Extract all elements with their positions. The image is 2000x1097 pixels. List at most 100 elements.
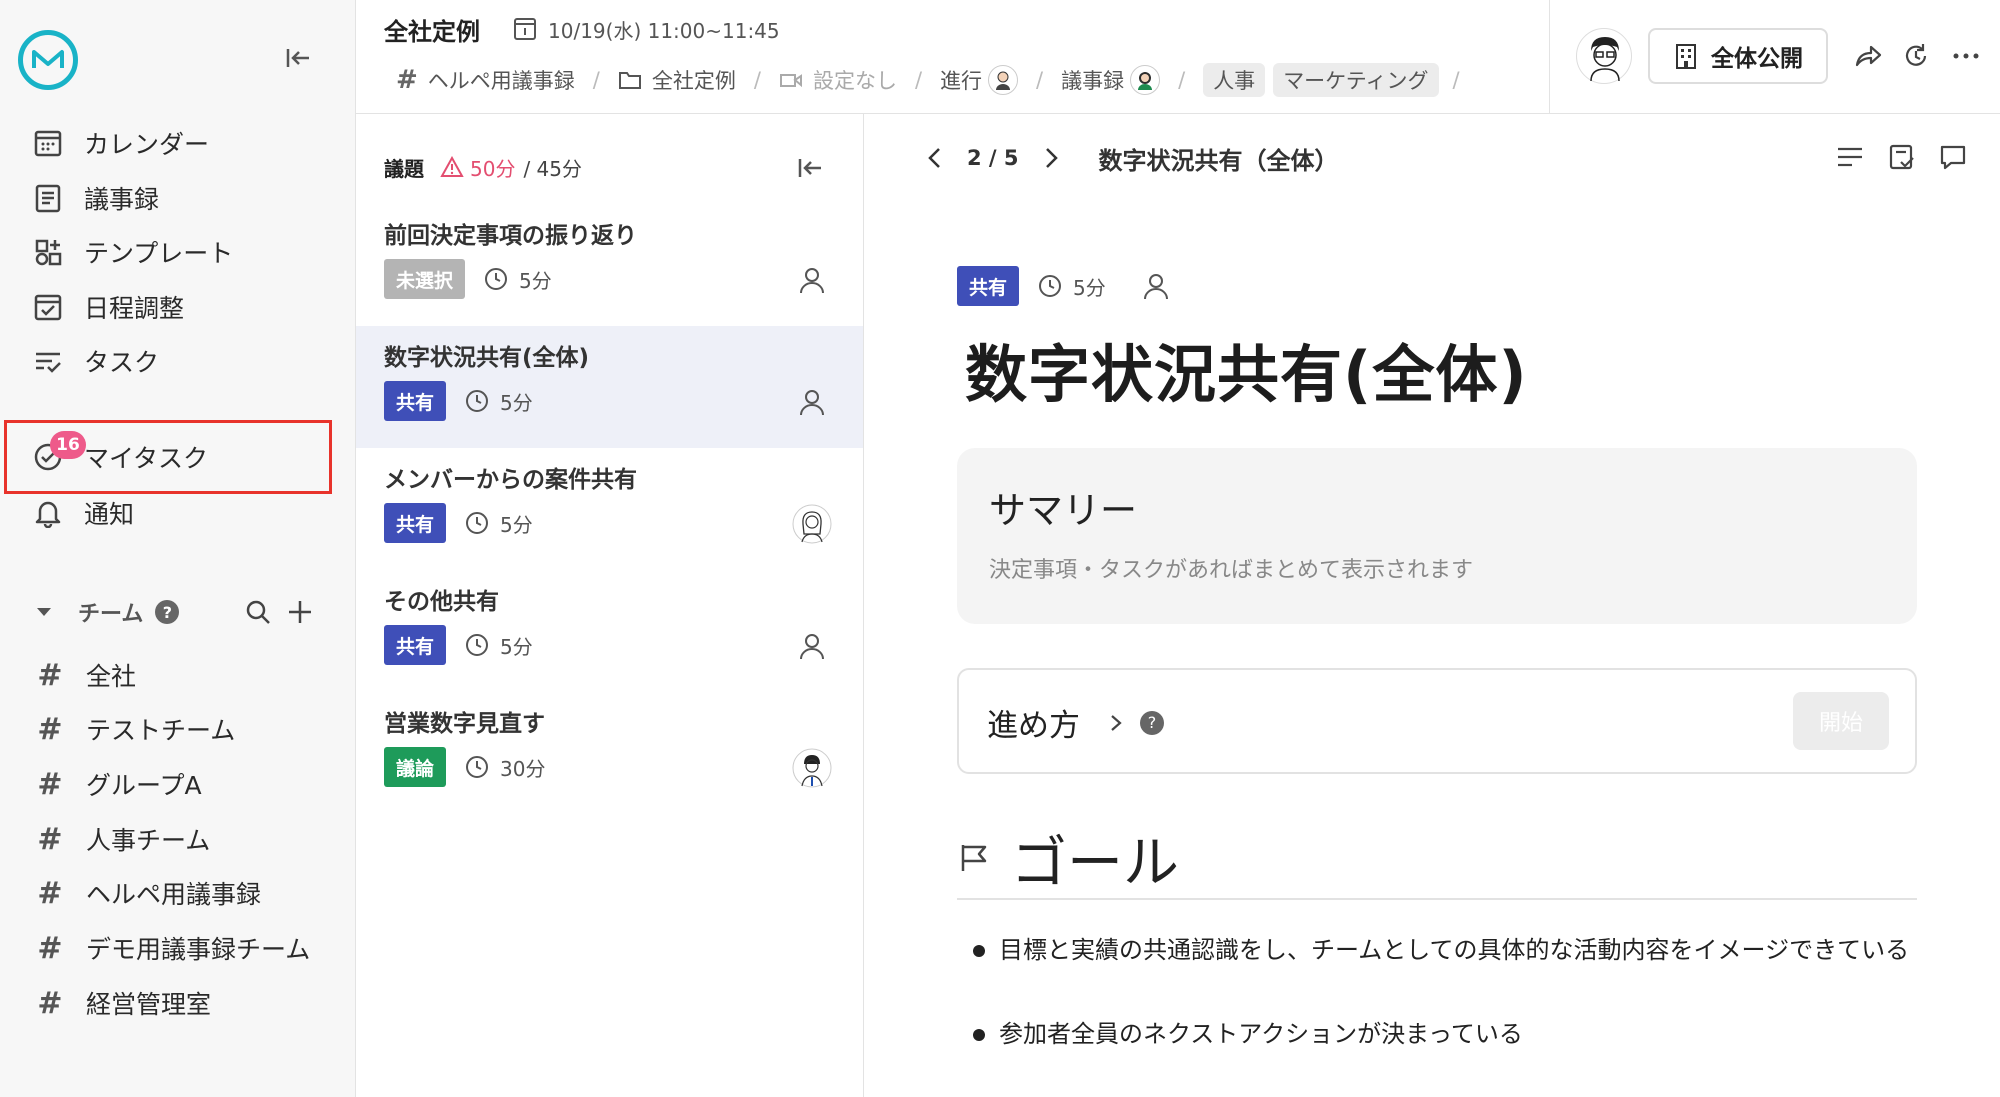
hash-icon: # [37,711,63,747]
template-icon [30,234,66,270]
warning-icon [440,156,464,177]
app-logo[interactable] [18,30,78,90]
agenda-item[interactable]: 前回決定事項の振り返り 未選択 5分 [356,204,863,326]
building-icon [1676,44,1696,69]
sidebar-item-label: 議事録 [84,185,160,214]
agenda-item[interactable]: 営業数字見直す 議論 30分 [356,692,863,814]
process-toggle[interactable]: 進め方 ? [987,700,1164,745]
sidebar-item-calendar[interactable]: カレンダー [30,120,209,166]
team-item[interactable]: # ヘルペ用議事録 [32,870,261,916]
agenda-item-active[interactable]: 数字状況共有(全体) 共有 5分 [356,326,863,448]
owner-avatar[interactable] [792,748,832,788]
agenda-tag[interactable]: 共有 [384,503,447,543]
help-icon[interactable]: ? [155,600,180,624]
person-icon[interactable] [792,382,832,422]
task-count-badge: 16 [50,431,86,459]
video-icon [779,74,802,88]
sidebar-item-notifications[interactable]: 通知 [30,490,134,536]
start-button[interactable]: 開始 [1793,692,1889,750]
meeting-breadcrumb: # ヘルペ用議事録 / 全社定例 / 設定なし / 進行 / 議事録 / 人事 マ… [396,63,1460,97]
team-item[interactable]: # テストチーム [32,706,235,752]
hash-icon: # [37,875,63,911]
team-item[interactable]: # 人事チーム [32,816,210,862]
add-team-icon[interactable] [284,596,316,628]
sidebar-item-label: 通知 [84,500,135,529]
share-icon[interactable] [1850,38,1886,74]
locked-hash-icon: # [37,766,63,802]
summary-heading: サマリー [989,489,1137,532]
owner-avatar[interactable] [792,504,832,544]
tag-chip[interactable]: マーケティング [1273,63,1439,97]
team-item[interactable]: # 経営管理室 [32,980,211,1026]
meeting-title[interactable]: 全社定例 [384,12,480,47]
team-section-header[interactable]: チーム ? [34,590,180,634]
clock-icon [466,634,489,656]
folder-crumb[interactable]: 全社定例 [618,65,736,95]
agenda-tag[interactable]: 議論 [384,747,447,787]
facilitator-crumb[interactable]: 進行 [940,65,1019,95]
video-crumb[interactable]: 設定なし [779,65,897,95]
task-check-icon[interactable] [1883,138,1921,176]
sidebar-item-templates[interactable]: テンプレート [30,229,233,275]
clock-icon [1039,275,1062,297]
topic-tag[interactable]: 共有 [957,266,1020,306]
summary-placeholder: 決定事項・タスクがあればまとめて表示されます [989,558,1474,583]
comment-icon[interactable] [1934,138,1972,176]
user-avatar[interactable] [1576,28,1632,84]
person-icon[interactable] [792,626,832,666]
goal-item[interactable]: 参加者全員のネクストアクションが決まっている [973,1016,1917,1053]
channel-crumb[interactable]: # ヘルペ用議事録 [396,65,575,95]
agenda-panel: 議題 50分 / 45分 前回決定事項の振り返り 未選択 5分 数字状況共有(全体… [356,114,864,1097]
agenda-header: 議題 50分 / 45分 [384,150,582,184]
person-icon[interactable] [792,260,832,300]
hash-icon: # [37,985,63,1021]
topic-detail: 2 / 5 数字状況共有（全体） 共有 5分 数字状況共有(全体) サマリー 決… [865,114,2000,1097]
tag-chip[interactable]: 人事 [1203,63,1266,97]
topic-meta: 共有 5分 [957,264,1172,308]
sidebar-item-tasks[interactable]: タスク [30,338,159,384]
more-options-icon[interactable] [1948,38,1984,74]
collapse-agenda-icon[interactable] [792,150,828,186]
visibility-button[interactable]: 全体公開 [1648,28,1828,84]
meeting-datetime[interactable]: 10/19(水) 11:00~11:45 [512,12,780,46]
bell-icon [30,495,66,531]
history-icon[interactable] [1898,38,1934,74]
hash-icon: # [37,657,63,693]
agenda-tag[interactable]: 未選択 [384,259,466,299]
agenda-tag[interactable]: 共有 [384,381,447,421]
minutes-taker-avatar [1130,65,1161,95]
calendar-icon [30,125,66,161]
hash-icon: # [37,930,63,966]
topic-title[interactable]: 数字状況共有(全体) [965,324,1528,414]
collapse-sidebar-icon[interactable] [280,40,316,76]
team-item[interactable]: # 全社 [32,652,136,698]
search-icon[interactable] [242,596,274,628]
page-indicator: 2 / 5 [967,146,1019,170]
sidebar-item-scheduling[interactable]: 日程調整 [30,284,184,330]
agenda-item[interactable]: メンバーからの案件共有 共有 5分 [356,448,863,570]
hash-icon: # [396,65,418,95]
sidebar-item-label: タスク [84,348,160,377]
agenda-item[interactable]: その他共有 共有 5分 [356,570,863,692]
team-item[interactable]: # グループA [32,761,201,807]
folder-icon [618,72,641,89]
chevron-left-icon[interactable] [915,138,955,178]
schedule-icon [30,289,66,325]
header-actions: 全体公開 [1549,0,2000,114]
sidebar-item-label: カレンダー [84,130,210,159]
goal-item[interactable]: 目標と実績の共通認識をし、チームとしての具体的な活動内容をイメージできている [973,932,1917,969]
goal-heading-row: ゴール [957,818,1917,900]
clock-icon [485,268,508,290]
locked-hash-icon: # [37,821,63,857]
topic-title-small: 数字状況共有（全体） [1098,146,1339,175]
team-item[interactable]: # デモ用議事録チーム [32,925,310,971]
chevron-right-icon[interactable] [1031,138,1071,178]
sidebar-item-minutes[interactable]: 議事録 [30,175,159,221]
minutes-taker-crumb[interactable]: 議事録 [1061,65,1161,95]
meeting-header: 全社定例 10/19(水) 11:00~11:45 # ヘルペ用議事録 / 全社定… [356,0,2000,114]
summary-card: サマリー 決定事項・タスクがあればまとめて表示されます [957,448,1917,624]
outline-icon[interactable] [1831,138,1869,176]
agenda-tag[interactable]: 共有 [384,625,447,665]
goal-heading[interactable]: ゴール [1011,818,1179,899]
person-icon[interactable] [1140,270,1172,302]
